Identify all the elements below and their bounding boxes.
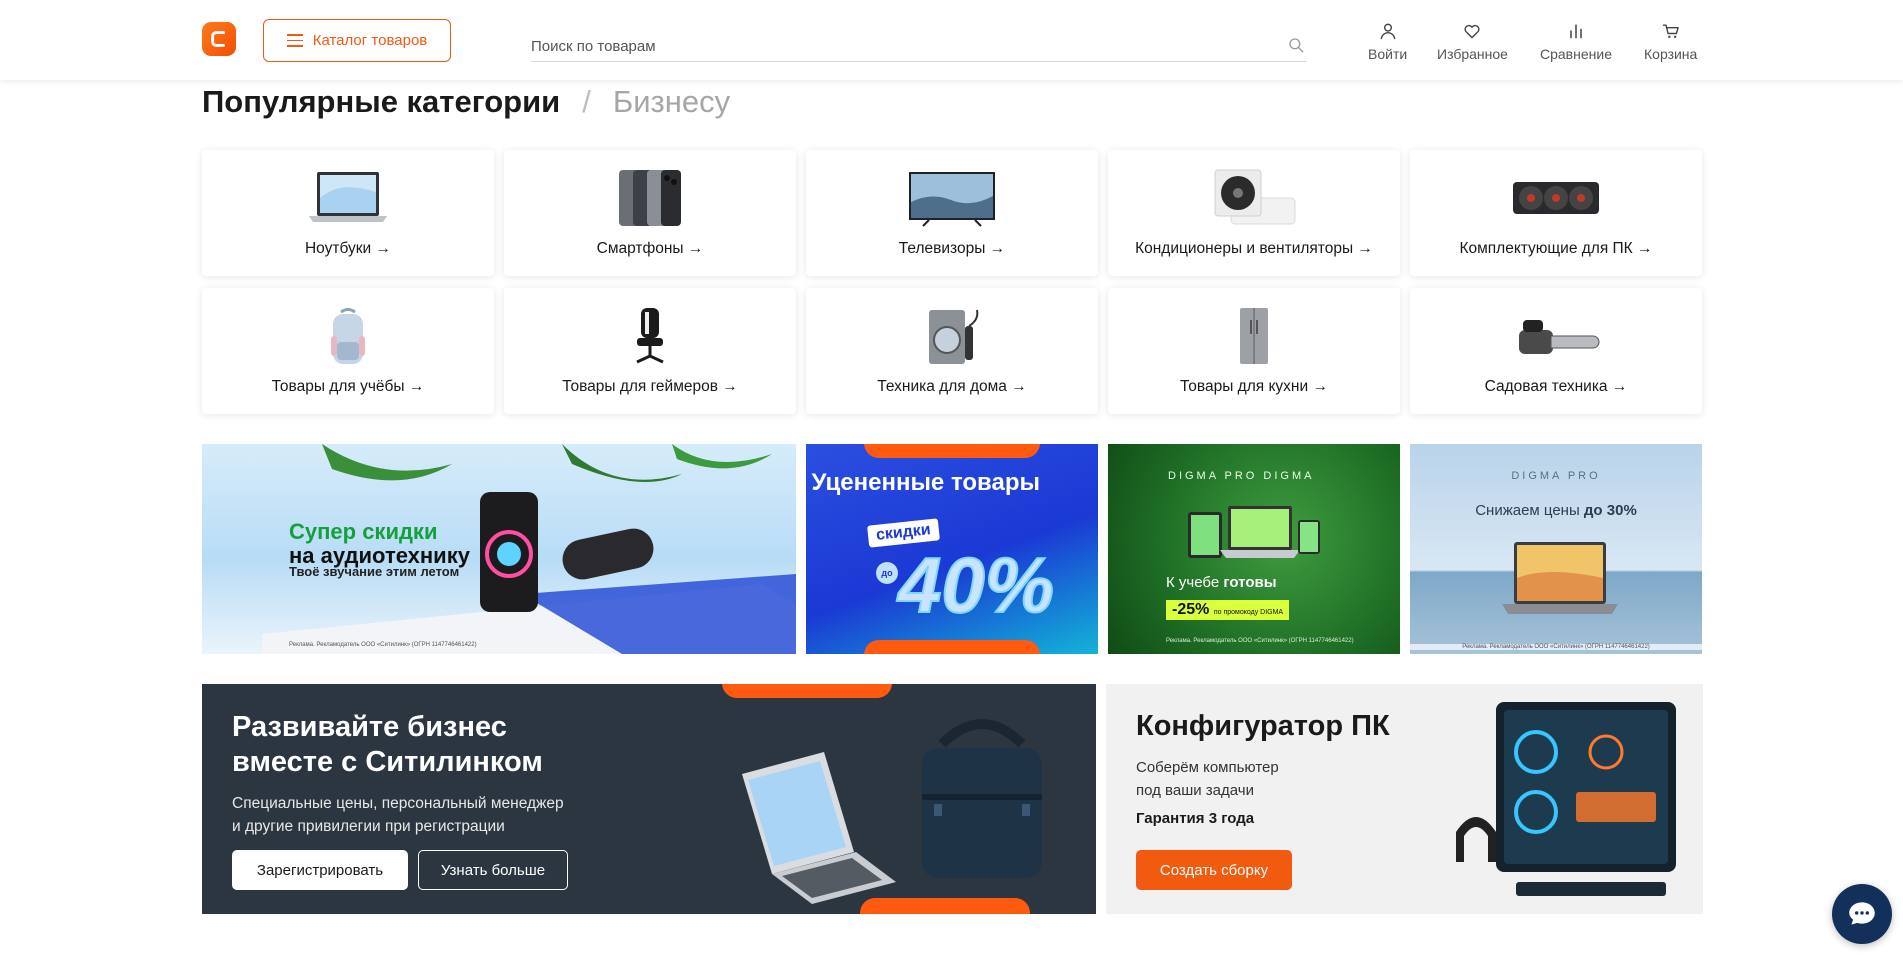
pc-promo-guarantee: Гарантия 3 года bbox=[1136, 810, 1255, 827]
citilink-logo[interactable] bbox=[202, 22, 236, 56]
digma-pro-brand-label: DIGMA PRO bbox=[1511, 470, 1601, 482]
banner-digma-pro[interactable]: DIGMA PRO Снижаем цены до 30% Реклама. Р… bbox=[1410, 444, 1702, 654]
category-label: Товары для кухни → bbox=[1180, 378, 1328, 395]
digma-study-promo-note: по промокоду DIGMA bbox=[1213, 609, 1284, 616]
used-banner-prefix: до bbox=[876, 562, 898, 584]
logo-mark-icon bbox=[211, 31, 226, 47]
category-label: Товары для учёбы → bbox=[271, 378, 425, 395]
nav-favorites-label: Избранное bbox=[1437, 46, 1508, 62]
orange-decor-top bbox=[864, 444, 1040, 458]
category-card-tv[interactable]: Телевизоры → bbox=[806, 150, 1098, 276]
business-promo-title: Развивайте бизнес вместе с Ситилинком bbox=[232, 711, 543, 778]
heart-icon bbox=[1464, 24, 1480, 39]
nav-login[interactable]: Войти bbox=[1368, 21, 1407, 62]
digma-brand-label: DIGMA PRO DIGMA bbox=[1168, 470, 1315, 482]
learn-more-button[interactable]: Узнать больше bbox=[418, 850, 568, 890]
banner-audio-sale[interactable]: Супер скидки на аудиотехнику Твоё звучани… bbox=[202, 444, 796, 654]
site-header: Каталог товаров Войти Избранное Сравнени… bbox=[0, 0, 1903, 80]
tv-icon bbox=[909, 172, 995, 227]
search-bar bbox=[531, 32, 1307, 62]
cart-icon bbox=[1662, 24, 1679, 38]
section-title-row: Популярные категории / Бизнесу bbox=[202, 84, 730, 120]
chat-button[interactable] bbox=[1832, 884, 1892, 944]
laptop-tablet-illustration bbox=[1188, 506, 1320, 558]
orange-decor-bottom bbox=[864, 640, 1040, 654]
laptop-illustration bbox=[1502, 542, 1618, 614]
compare-bars-icon bbox=[1570, 24, 1582, 39]
used-banner-title: Уцененные товары bbox=[811, 469, 1040, 496]
page-title[interactable]: Популярные категории bbox=[202, 84, 560, 120]
banner-digma-study[interactable]: DIGMA PRO DIGMA К учебе готовы -25% по п… bbox=[1108, 444, 1400, 654]
laptop-briefcase-illustration bbox=[742, 719, 1042, 904]
category-label: Техника для дома → bbox=[877, 378, 1027, 395]
user-icon bbox=[1380, 23, 1395, 40]
category-card-air-conditioners[interactable]: Кондиционеры и вентиляторы → bbox=[1108, 150, 1400, 276]
category-label: Смартфоны → bbox=[596, 240, 704, 257]
fridge-icon bbox=[1240, 308, 1268, 364]
washing-machine-icon bbox=[929, 309, 979, 364]
nav-compare-label: Сравнение bbox=[1540, 46, 1612, 62]
category-grid: Ноутбуки → Смартфоны → Телевизоры → Конд… bbox=[202, 150, 1703, 414]
nav-cart[interactable]: Корзина bbox=[1644, 21, 1697, 62]
nav-favorites[interactable]: Избранное bbox=[1437, 21, 1508, 62]
category-label: Телевизоры → bbox=[898, 240, 1006, 257]
chainsaw-icon bbox=[1519, 320, 1600, 354]
category-card-gamers[interactable]: Товары для геймеров → bbox=[504, 288, 796, 414]
gaming-pc-illustration bbox=[1456, 702, 1676, 896]
category-card-laptops[interactable]: Ноутбуки → bbox=[202, 150, 494, 276]
category-card-smartphones[interactable]: Смартфоны → bbox=[504, 150, 796, 276]
audio-banner-subtitle: Твоё звучание этим летом bbox=[289, 564, 460, 579]
nav-compare[interactable]: Сравнение bbox=[1540, 21, 1612, 62]
gpu-icon bbox=[1513, 182, 1599, 214]
catalog-button-label: Каталог товаров bbox=[312, 32, 428, 49]
title-separator: / bbox=[582, 84, 591, 119]
catalog-button[interactable]: Каталог товаров bbox=[263, 19, 451, 62]
category-card-home-appliances[interactable]: Техника для дома → bbox=[806, 288, 1098, 414]
category-card-kitchen[interactable]: Товары для кухни → bbox=[1108, 288, 1400, 414]
search-input[interactable] bbox=[531, 32, 1307, 60]
category-label: Садовая техника → bbox=[1484, 378, 1628, 395]
category-card-pc-parts[interactable]: Комплектующие для ПК → bbox=[1410, 150, 1702, 276]
digma-study-title: К учебе готовы bbox=[1166, 574, 1277, 591]
nav-cart-label: Корзина bbox=[1644, 46, 1698, 62]
digma-study-promo: -25% по промокоду DIGMA bbox=[1166, 600, 1290, 620]
category-label: Товары для геймеров → bbox=[562, 378, 738, 395]
nav-login-label: Войти bbox=[1368, 46, 1408, 62]
digma-pro-ad-note: Реклама. Рекламодатель ООО «Ситилинк» (О… bbox=[1410, 644, 1702, 650]
air-conditioner-icon bbox=[1214, 169, 1296, 225]
category-label: Кондиционеры и вентиляторы → bbox=[1135, 240, 1373, 257]
banner-used-goods[interactable]: Уцененные товары скидки до 40% bbox=[806, 444, 1098, 654]
pc-promo-title: Конфигуратор ПК bbox=[1136, 710, 1390, 742]
register-button[interactable]: Зарегистрировать bbox=[232, 850, 408, 890]
laptop-icon bbox=[309, 172, 387, 222]
list-icon bbox=[286, 34, 303, 47]
audio-banner-title: Супер скидки на аудиотехнику bbox=[289, 519, 470, 568]
business-promo-description: Специальные цены, персональный менеджер и… bbox=[232, 795, 564, 835]
pc-promo-description: Соберём компьютер под ваши задачи bbox=[1136, 759, 1279, 799]
orange-decor-top bbox=[722, 684, 892, 698]
chat-bubble-icon bbox=[1849, 902, 1875, 925]
backpack-icon bbox=[331, 308, 365, 364]
smartphone-icon bbox=[619, 170, 681, 226]
used-banner-discount: 40% bbox=[897, 540, 1055, 630]
category-label: Комплектующие для ПК → bbox=[1459, 240, 1653, 257]
create-build-button[interactable]: Создать сборку bbox=[1136, 850, 1292, 890]
category-card-study[interactable]: Товары для учёбы → bbox=[202, 288, 494, 414]
digma-study-ad-note: Реклама. Рекламодатель ООО «Ситилинк» (О… bbox=[1166, 638, 1354, 644]
digma-pro-title: Снижаем цены до 30% bbox=[1475, 502, 1637, 519]
promo-business: Развивайте бизнес вместе с Ситилинком Спе… bbox=[202, 684, 1096, 914]
audio-banner-ad-note: Реклама. Рекламодатель ООО «Ситилинк» (О… bbox=[289, 642, 477, 648]
gaming-chair-icon bbox=[636, 308, 664, 364]
business-tab[interactable]: Бизнесу bbox=[613, 84, 730, 120]
category-card-garden[interactable]: Садовая техника → bbox=[1410, 288, 1702, 414]
category-label: Ноутбуки → bbox=[304, 240, 392, 257]
promo-pc-configurator: Конфигуратор ПК Соберём компьютер под ваш… bbox=[1106, 684, 1703, 914]
search-icon[interactable] bbox=[1287, 36, 1305, 54]
